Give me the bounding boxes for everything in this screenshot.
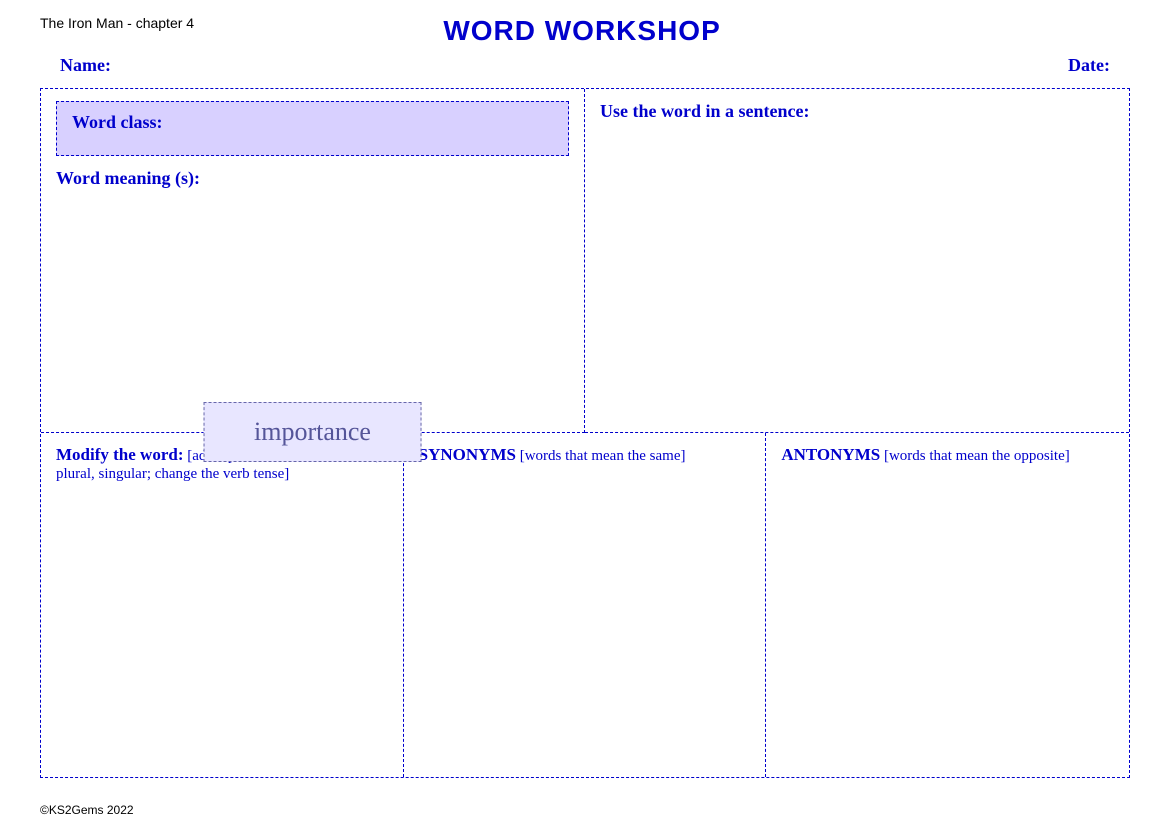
use-in-sentence-label: Use the word in a sentence: bbox=[600, 101, 809, 121]
cell-bottom-right: ANTONYMS [words that mean the opposite] bbox=[766, 433, 1129, 777]
word-meaning-label: Word meaning (s): bbox=[56, 168, 200, 188]
antonyms-label-normal: [words that mean the opposite] bbox=[880, 448, 1070, 464]
copyright-text: ©KS2Gems 2022 bbox=[40, 803, 134, 817]
center-word: importance bbox=[203, 402, 422, 462]
antonyms-label-bold: ANTONYMS bbox=[781, 445, 880, 464]
word-class-label: Word class: bbox=[72, 112, 163, 132]
date-label: Date: bbox=[1068, 55, 1110, 76]
modify-label-bold: Modify the word: bbox=[56, 445, 183, 464]
word-class-box: Word class: bbox=[56, 101, 569, 156]
name-label: Name: bbox=[60, 55, 111, 76]
cell-top-left: Word class: Word meaning (s): importance bbox=[41, 89, 585, 433]
bottom-row: Modify the word: [add a prefix or a suff… bbox=[41, 433, 1129, 777]
footer: ©KS2Gems 2022 bbox=[40, 803, 134, 817]
name-date-row: Name: Date: bbox=[40, 55, 1130, 76]
page-title: WORD WORKSHOP bbox=[194, 15, 970, 47]
synonyms-label-bold: SYNONYMS bbox=[419, 445, 516, 464]
page: The Iron Man - chapter 4 WORD WORKSHOP N… bbox=[0, 0, 1170, 827]
synonyms-label-normal: [words that mean the same] bbox=[516, 448, 686, 464]
top-bar: The Iron Man - chapter 4 WORD WORKSHOP bbox=[40, 15, 1130, 47]
book-title: The Iron Man - chapter 4 bbox=[40, 15, 194, 31]
word-meaning-section: Word meaning (s): bbox=[56, 168, 569, 189]
main-grid: Word class: Word meaning (s): importance… bbox=[40, 88, 1130, 778]
cell-bottom-left: Modify the word: [add a prefix or a suff… bbox=[41, 433, 404, 777]
cell-top-right: Use the word in a sentence: bbox=[585, 89, 1129, 433]
cell-bottom-middle: SYNONYMS [words that mean the same] bbox=[404, 433, 767, 777]
